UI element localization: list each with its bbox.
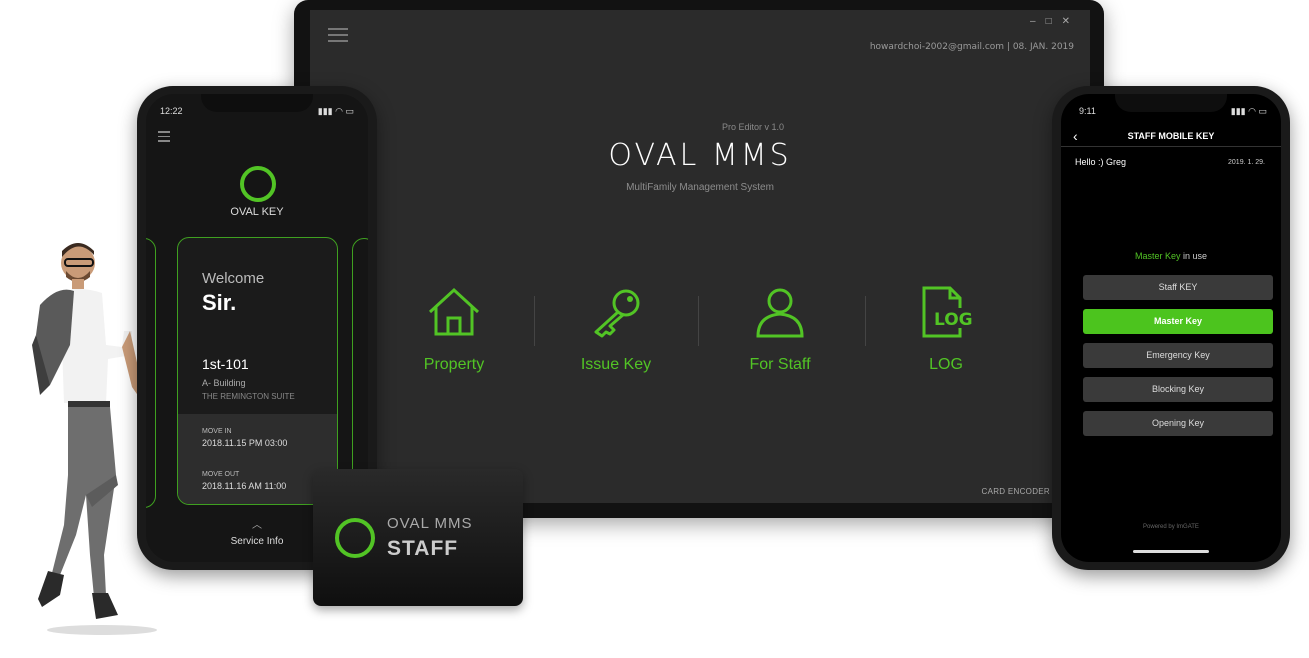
maximize-icon[interactable]: □ [1046, 16, 1062, 27]
window-controls[interactable]: –□✕ [1030, 16, 1080, 27]
menu-log[interactable]: LOG LOG [871, 286, 1021, 374]
app-subtitle: MultiFamily Management System [626, 182, 774, 193]
app-title: OVAL MMS [608, 138, 792, 173]
move-in-label: MOVE IN [202, 428, 232, 435]
move-in-value: 2018.11.15 PM 03:00 [202, 438, 288, 448]
status-time: 12:22 [160, 106, 183, 116]
menu-label: Property [423, 356, 485, 373]
active-key-name: Master Key [1134, 251, 1181, 261]
menu-label: Issue Key [580, 356, 652, 373]
oval-logo-icon [335, 518, 375, 558]
move-out-value: 2018.11.16 AM 11:00 [202, 481, 287, 491]
divider [534, 296, 535, 346]
phone-notch [1115, 94, 1227, 112]
header-account-date: howardchoi-2002@gmail.com | 08. JAN. 201… [869, 42, 1074, 52]
side-card-right[interactable] [352, 238, 368, 508]
unit-number: 1st-101 [202, 356, 249, 372]
powered-by: Powered by ImGATE [1143, 524, 1199, 530]
blocking-key-button[interactable]: Blocking Key [1083, 377, 1273, 402]
status-time: 9:11 [1079, 106, 1096, 116]
desktop-app-window: –□✕ howardchoi-2002@gmail.com | 08. JAN.… [310, 10, 1090, 503]
house-icon [428, 287, 480, 336]
staff-card-role: STAFF [387, 537, 459, 560]
menu-label: LOG [929, 356, 963, 373]
hamburger-menu-icon[interactable] [328, 28, 348, 42]
user-icon [756, 288, 804, 338]
menu-label: For Staff [749, 356, 811, 373]
phone-notch [201, 94, 313, 112]
home-indicator[interactable] [1133, 550, 1209, 553]
welcome-text: Welcome [202, 270, 265, 287]
menu-issue-key[interactable]: Issue Key [541, 286, 691, 374]
menu-property[interactable]: Property [379, 286, 529, 374]
staff-card: OVAL MMS STAFF [313, 469, 523, 606]
log-icon-text: LOG [934, 310, 973, 330]
hamburger-menu-icon[interactable] [158, 131, 170, 142]
move-out-label: MOVE OUT [202, 471, 240, 478]
status-icons: ▮▮▮ ◠ ▭ [1230, 106, 1267, 116]
staff-card-title: OVAL MMS [387, 515, 473, 532]
guest-name: Sir. [202, 290, 237, 315]
opening-key-button[interactable]: Opening Key [1083, 411, 1273, 436]
minimize-icon[interactable]: – [1030, 16, 1046, 27]
key-status-suffix: in use [1180, 251, 1208, 261]
close-icon[interactable]: ✕ [1062, 16, 1080, 27]
divider [698, 296, 699, 346]
key-icon [594, 289, 640, 338]
screen-title: STAFF MOBILE KEY [1127, 131, 1215, 141]
card-encoder-label: CARD ENCODER [981, 487, 1050, 496]
divider [865, 296, 866, 346]
status-icons: ▮▮▮ ◠ ▭ [317, 106, 354, 116]
suite-name: THE REMINGTON SUITE [202, 392, 295, 401]
current-date: 2019. 1. 29. [1228, 159, 1265, 166]
key-card[interactable]: Welcome Sir. 1st-101 A- Building THE REM… [177, 237, 338, 505]
master-key-button[interactable]: Master Key [1083, 309, 1273, 334]
key-status: Master Key in use [1061, 251, 1281, 261]
oval-logo-icon [240, 166, 276, 202]
divider [1061, 146, 1281, 147]
log-file-icon: LOG [922, 286, 973, 338]
staff-key-button[interactable]: Staff KEY [1083, 275, 1273, 300]
side-card-left[interactable] [146, 238, 156, 508]
greeting: Hello :) Greg [1075, 157, 1127, 167]
building-name: A- Building [202, 378, 246, 388]
editor-version: Pro Editor v 1.0 [722, 122, 785, 132]
staff-mobile-key-screen: 9:11 ▮▮▮ ◠ ▭ ‹ STAFF MOBILE KEY Hello :)… [1061, 94, 1281, 562]
emergency-key-button[interactable]: Emergency Key [1083, 343, 1273, 368]
brand-name: OVAL KEY [230, 206, 284, 218]
menu-for-staff[interactable]: For Staff [705, 286, 855, 374]
